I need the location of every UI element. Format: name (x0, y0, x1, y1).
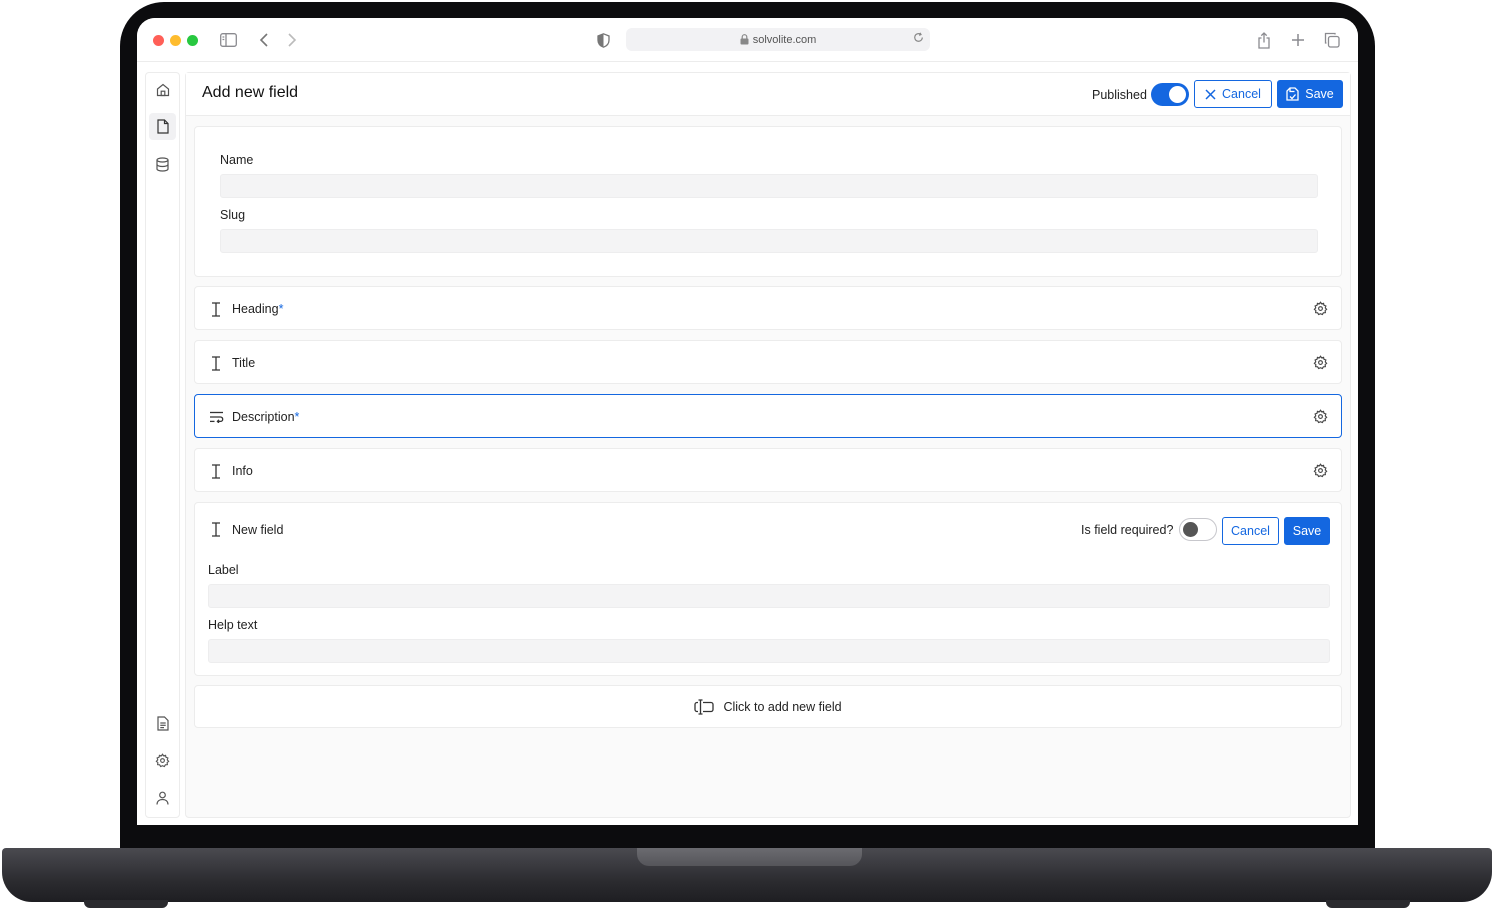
new-field-cancel-button[interactable]: Cancel (1222, 517, 1279, 545)
app-sidebar (145, 72, 180, 818)
text-cursor-icon (207, 354, 225, 372)
field-label: Description* (232, 410, 300, 424)
gear-icon[interactable] (1311, 299, 1329, 317)
text-cursor-icon (207, 462, 225, 480)
lock-icon (740, 34, 749, 45)
privacy-shield-icon[interactable] (593, 30, 613, 50)
cancel-button-label: Cancel (1222, 87, 1261, 101)
save-button[interactable]: Save (1277, 80, 1343, 108)
label-field-label: Label (208, 563, 239, 577)
label-input[interactable] (208, 584, 1330, 608)
home-icon[interactable] (149, 76, 176, 103)
laptop-foot-right (1326, 900, 1410, 908)
window-zoom-button[interactable] (187, 35, 198, 46)
share-icon[interactable] (1254, 30, 1274, 50)
required-label: Is field required? (1081, 523, 1174, 537)
address-bar[interactable]: solvolite.com (626, 28, 930, 51)
window-close-button[interactable] (153, 35, 164, 46)
slug-input[interactable] (220, 229, 1318, 253)
settings-icon[interactable] (149, 747, 176, 774)
laptop-foot-left (84, 900, 168, 908)
gear-icon[interactable] (1311, 461, 1329, 479)
new-field-save-button[interactable]: Save (1284, 517, 1330, 545)
field-settings-card: Name Slug (194, 126, 1342, 277)
screen: solvolite.com Add new field Published Ca… (137, 18, 1358, 825)
cancel-button[interactable]: Cancel (1194, 80, 1272, 108)
published-toggle[interactable] (1151, 83, 1189, 106)
add-field-button[interactable]: Click to add new field (194, 685, 1342, 728)
user-icon[interactable] (149, 784, 176, 811)
add-input-icon (694, 698, 715, 715)
name-label: Name (220, 153, 254, 167)
new-field-title: New field (232, 523, 284, 537)
help-text-input[interactable] (208, 639, 1330, 663)
file-text-icon[interactable] (149, 710, 176, 737)
new-tab-icon[interactable] (1288, 30, 1308, 50)
save-button-label: Save (1305, 87, 1334, 101)
laptop-notch (637, 848, 862, 866)
window-minimize-button[interactable] (170, 35, 181, 46)
back-icon[interactable] (254, 30, 274, 50)
field-row-info[interactable]: Info (194, 448, 1342, 492)
required-asterisk: * (278, 302, 284, 316)
text-cursor-icon (207, 300, 225, 318)
text-cursor-icon (207, 520, 225, 538)
document-icon[interactable] (149, 113, 176, 140)
tab-overview-icon[interactable] (1322, 30, 1342, 50)
required-asterisk: * (294, 410, 300, 424)
gear-icon[interactable] (1311, 407, 1329, 425)
reload-icon[interactable] (913, 32, 924, 46)
field-row-description[interactable]: Description* (194, 394, 1342, 438)
slug-label: Slug (220, 208, 246, 222)
add-field-label: Click to add new field (723, 699, 842, 714)
browser-toolbar: solvolite.com (137, 18, 1358, 62)
help-text-label: Help text (208, 618, 258, 632)
close-icon (1205, 88, 1216, 100)
sidebar-toggle-icon[interactable] (218, 30, 238, 50)
field-label: Title (232, 356, 256, 370)
field-row-title[interactable]: Title (194, 340, 1342, 384)
required-toggle[interactable] (1179, 518, 1217, 541)
database-icon[interactable] (149, 151, 176, 178)
page-header: Add new field Published Cancel Save (186, 73, 1350, 116)
content-area: Add new field Published Cancel Save Name… (185, 72, 1351, 818)
text-wrap-icon (207, 408, 225, 426)
published-label: Published (1092, 88, 1147, 102)
field-label: Info (232, 464, 253, 478)
forward-icon[interactable] (282, 30, 302, 50)
url-text: solvolite.com (752, 33, 817, 46)
name-input[interactable] (220, 174, 1318, 198)
field-label: Heading* (232, 302, 284, 316)
save-file-icon (1286, 87, 1299, 101)
new-field-editor: New field Is field required? Cancel Save… (194, 502, 1342, 676)
field-row-heading[interactable]: Heading* (194, 286, 1342, 330)
gear-icon[interactable] (1311, 353, 1329, 371)
page-title: Add new field (202, 84, 299, 101)
